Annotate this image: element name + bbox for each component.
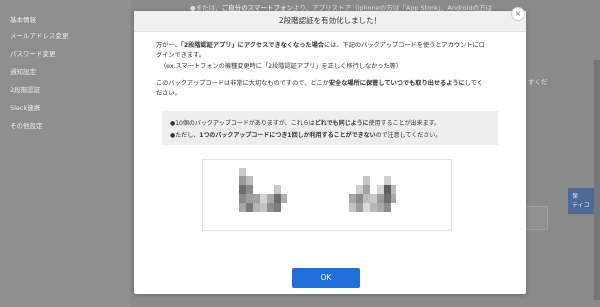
two-factor-enabled-dialog: 2段階認証を有効化しました！ × 万が一、「2段階認証アプリ」にアクセスできなく… xyxy=(134,7,526,294)
backup-intro-line1-bold: 「2段階認証アプリ」にアクセスできなくなった場合 xyxy=(180,42,324,49)
backup-intro-line1-c: には、下記のバックアップコードを使うとアカウントにロ xyxy=(323,42,485,49)
sidebar-item-email-change[interactable]: メールアドレス変更 xyxy=(10,30,69,40)
sidebar-item-basic-info[interactable]: 基本情報 xyxy=(10,14,36,24)
backup-importance-line1: このバックアップコードは非常に大切なものですので、どこか安全な場所に保管していつ… xyxy=(156,79,483,89)
sidebar-item-other[interactable]: その他設定 xyxy=(10,120,43,130)
dialog-header: 2段階認証を有効化しました！ xyxy=(134,11,526,32)
dialog-title: 2段階認証を有効化しました！ xyxy=(278,16,382,25)
settings-sidebar: 基本情報 メールアドレス変更 パスワード変更 通知設定 2段階認証 Slack連… xyxy=(0,0,130,307)
blurred-code-right xyxy=(349,176,396,212)
backup-intro-example: （ex.スマートフォンの機種変更時に「2段階認証アプリ」を正しく移行しなかった等… xyxy=(160,63,403,70)
backup-intro-line2: グインできます。 xyxy=(156,52,205,59)
note-line-2: ●ただし、1つのバックアップコードにつき1回しか利用することができないので注意し… xyxy=(170,130,441,139)
note-line-2-bold: 1つのバックアップコードにつき1回しか利用することができない xyxy=(199,132,376,139)
backup-codes-box xyxy=(202,159,452,231)
sidebar-item-password-change[interactable]: パスワード変更 xyxy=(10,48,56,58)
note-line-1-bold: どれでも同じように xyxy=(314,120,369,127)
blurred-backup-codes xyxy=(239,168,396,212)
close-button[interactable]: × xyxy=(511,7,525,21)
sidebar-item-notification[interactable]: 通知設定 xyxy=(10,66,36,76)
note-line-2-c: ので注意してください。 xyxy=(375,132,442,139)
backup-note-box: ●10個のバックアップコードがありますが、これらはどれでも同じように使用すること… xyxy=(162,111,498,145)
backup-importance-line1-bold: 安全な場所に保管していつでも取り出せるように xyxy=(328,80,465,87)
note-line-1-a: ●10個のバックアップコードがありますが、これらは xyxy=(170,120,315,127)
blurred-code-left xyxy=(239,168,287,212)
backup-intro-line1: 万が一、「2段階認証アプリ」にアクセスできなくなった場合には、下記のバックアップ… xyxy=(156,41,485,51)
backup-importance-line1-c: してく xyxy=(464,80,483,87)
backup-intro-line1-a: 万が一、 xyxy=(156,42,181,49)
backup-importance-line1-a: このバックアップコードは非常に大切なものですので、どこか xyxy=(156,80,329,87)
backup-importance-line2: ださい。 xyxy=(156,90,181,97)
close-icon: × xyxy=(514,9,522,18)
sidebar-item-two-factor[interactable]: 2段階認証 xyxy=(10,84,40,94)
ok-button[interactable]: OK xyxy=(292,268,360,288)
note-line-1: ●10個のバックアップコードがありますが、これらはどれでも同じように使用すること… xyxy=(170,118,440,127)
background-scrollbar[interactable] xyxy=(594,60,600,300)
sidebar-item-slack[interactable]: Slack連携 xyxy=(10,102,40,112)
note-line-1-c: 使用することが出来ます。 xyxy=(368,120,440,127)
background-side-text: すくだ xyxy=(528,78,548,86)
note-line-2-a: ●ただし、 xyxy=(170,132,200,139)
